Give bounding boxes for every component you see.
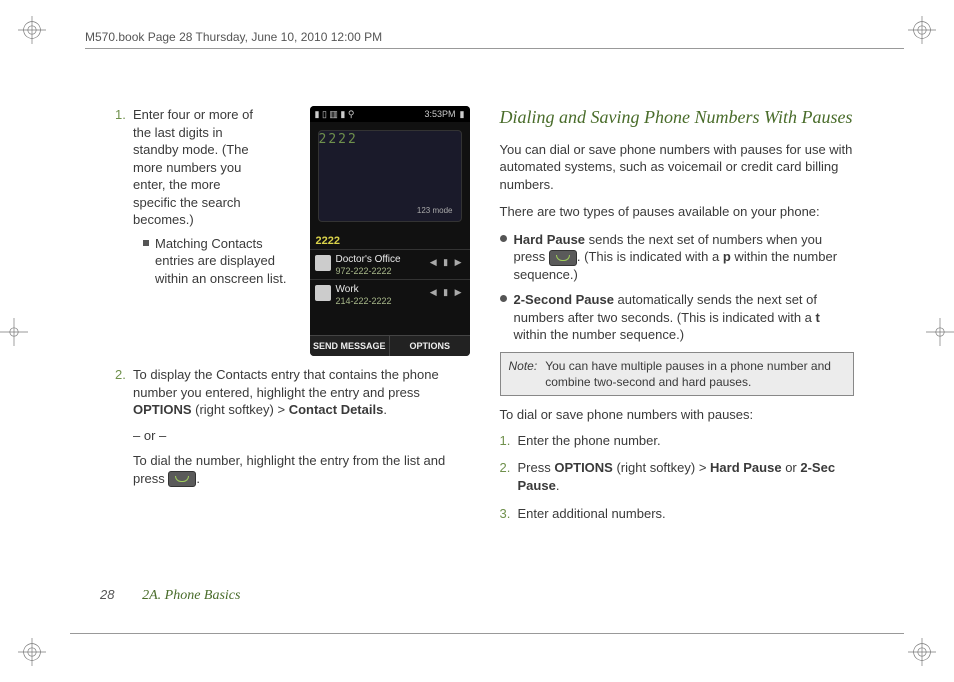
print-reg-mark-tl <box>18 16 46 44</box>
result-type-icons: ◀ ▮ ▶ <box>430 287 464 298</box>
dialed-digits: 2222 <box>319 131 358 149</box>
options-softkey-label: OPTIONS <box>133 402 192 417</box>
proc-step-2: 2.Press OPTIONS (right softkey) > Hard P… <box>500 459 855 494</box>
or-separator: – or – <box>133 427 470 445</box>
proc-step-1: 1.Enter the phone number. <box>500 432 855 450</box>
print-crop-mark-mr <box>926 318 954 346</box>
intro-paragraph-2: There are two types of pauses available … <box>500 203 855 221</box>
contact-result-1: Doctor's Office 972-222-2222 ◀ ▮ ▶ <box>310 249 470 279</box>
note-label: Note: <box>509 358 538 390</box>
softkey-right: OPTIONS <box>390 336 470 356</box>
search-query: 2222 <box>310 230 470 249</box>
result-type-icons: ◀ ▮ ▶ <box>430 257 464 268</box>
step-2-text-e: . <box>196 471 200 486</box>
options-softkey-label: OPTIONS <box>554 460 613 475</box>
status-time: 3:53PM <box>425 109 456 119</box>
talk-key-icon <box>168 471 196 487</box>
proc-step-3: 3.Enter additional numbers. <box>500 505 855 523</box>
print-crop-mark-ml <box>0 318 28 346</box>
square-bullet-icon <box>143 240 149 246</box>
p-indicator: p <box>723 249 731 264</box>
column-right: Dialing and Saving Phone Numbers With Pa… <box>500 106 855 602</box>
softkey-left: SEND MESSAGE <box>310 336 391 356</box>
step-2-text-a: To display the Contacts entry that conta… <box>133 367 439 400</box>
step-2-text-b: (right softkey) > <box>192 402 289 417</box>
status-icons-left: ▮ ▯ ▥ ▮ ⚲ <box>315 108 355 120</box>
hard-pause-menu-item: Hard Pause <box>710 460 782 475</box>
step-1-sub-text: Matching Contacts entries are displayed … <box>155 235 304 288</box>
section-label: 2A. Phone Basics <box>142 588 240 603</box>
two-second-pause-label: 2-Second Pause <box>514 292 614 307</box>
phone-status-bar: ▮ ▯ ▥ ▮ ⚲ 3:53PM ▮ <box>310 106 470 122</box>
note-text: You can have multiple pauses in a phone … <box>545 358 845 390</box>
pause-type-2sec: 2-Second Pause automatically sends the n… <box>500 291 855 344</box>
contact-result-2: Work 214-222-2222 ◀ ▮ ▶ <box>310 279 470 309</box>
page-header-meta: M570.book Page 28 Thursday, June 10, 201… <box>85 30 904 44</box>
pause-type-hard: Hard Pause sends the next set of numbers… <box>500 231 855 284</box>
step-1-text: Enter four or more of the last digits in… <box>133 106 253 229</box>
battery-icon: ▮ <box>460 109 465 119</box>
contact-details-label: Contact Details <box>289 402 384 417</box>
contact-avatar-icon <box>315 285 331 301</box>
column-left: 1. ▮ ▯ ▥ ▮ ⚲ 3:53PM ▮ 2222 123 mode 2222 … <box>115 106 470 602</box>
contact-avatar-icon <box>315 255 331 271</box>
footer-rule <box>70 633 904 634</box>
input-mode: 123 mode <box>417 206 453 217</box>
step-1-sub-bullet: Matching Contacts entries are displayed … <box>143 235 304 288</box>
step-1: 1. ▮ ▯ ▥ ▮ ⚲ 3:53PM ▮ 2222 123 mode 2222 … <box>115 106 470 356</box>
hard-pause-label: Hard Pause <box>514 232 586 247</box>
page-number: 28 <box>100 587 114 602</box>
procedure-lead: To dial or save phone numbers with pause… <box>500 406 855 424</box>
phone-softkey-bar: SEND MESSAGE OPTIONS <box>310 335 470 356</box>
note-box: Note: You can have multiple pauses in a … <box>500 352 855 396</box>
phone-screenshot: ▮ ▯ ▥ ▮ ⚲ 3:53PM ▮ 2222 123 mode 2222 Doc… <box>310 106 470 356</box>
print-reg-mark-tr <box>908 16 936 44</box>
page-footer: 28 2A. Phone Basics <box>100 587 240 604</box>
step-number: 1. <box>115 106 126 124</box>
phone-dial-display: 2222 123 mode <box>318 130 462 222</box>
intro-paragraph-1: You can dial or save phone numbers with … <box>500 141 855 194</box>
header-rule <box>85 48 904 49</box>
print-reg-mark-br <box>908 638 936 666</box>
step-number: 2. <box>115 366 126 384</box>
section-heading: Dialing and Saving Phone Numbers With Pa… <box>500 106 855 129</box>
talk-key-icon <box>549 250 577 266</box>
step-2-text-c: . <box>383 402 387 417</box>
print-reg-mark-bl <box>18 638 46 666</box>
t-indicator: t <box>816 310 820 325</box>
step-2: 2. To display the Contacts entry that co… <box>115 366 470 487</box>
